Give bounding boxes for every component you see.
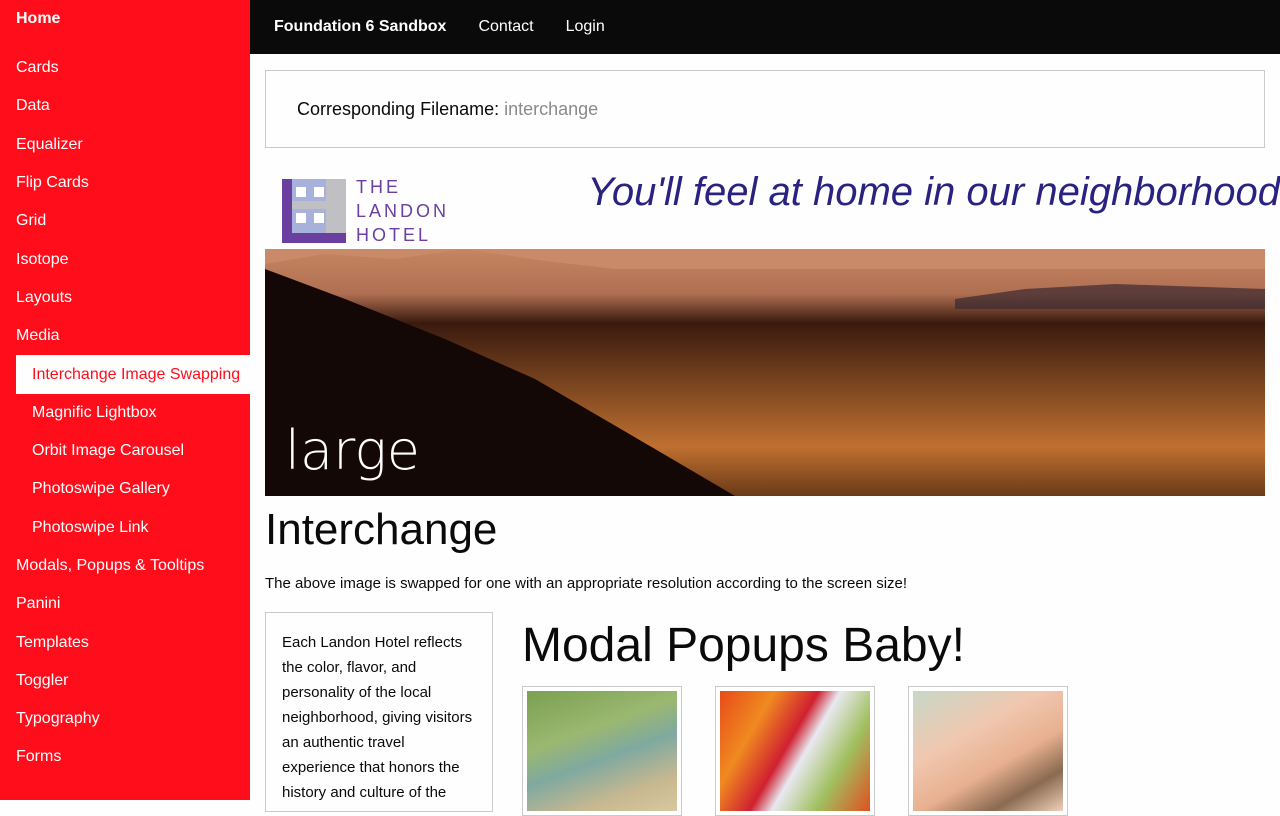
sidebar-item-toggler[interactable]: Toggler [0,662,250,700]
filename-value: interchange [504,98,599,119]
sidebar-menu: Cards Data Equalizer Flip Cards Grid Isotope L… [0,49,250,777]
landon-hotel-logo: THE LANDON HOTEL [282,175,449,247]
interchange-hero-image: large [265,249,1265,496]
peppers-market-photo [720,691,870,811]
nav-link-contact[interactable]: Contact [478,18,533,36]
sidebar-item-magnific-lightbox[interactable]: Magnific Lightbox [0,394,250,432]
sidebar-item-photoswipe-link[interactable]: Photoswipe Link [0,509,250,547]
sidebar-item-templates[interactable]: Templates [0,623,250,661]
sidebar-item-media[interactable]: Media [0,317,250,355]
hotel-logo-icon [282,179,346,243]
hotel-tagline: You'll feel at home in our neighborhood [587,170,1280,214]
modal-thumbnail[interactable] [908,686,1068,816]
filename-callout: Corresponding Filename: interchange [265,70,1265,148]
sidebar-item-forms[interactable]: Forms [0,738,250,776]
modal-section-title: Modal Popups Baby! [522,619,965,672]
sidebar-item-interchange-image-swapping[interactable]: Interchange Image Swapping [16,355,250,394]
page-title: Interchange [265,505,498,554]
sidebar: Home Cards Data Equalizer Flip Cards Grid Iso… [0,0,250,800]
nav-link-login[interactable]: Login [566,18,605,36]
sidebar-item-layouts[interactable]: Layouts [0,279,250,317]
sidebar-item-flip-cards[interactable]: Flip Cards [0,164,250,202]
sidebar-item-photoswipe-gallery[interactable]: Photoswipe Gallery [0,470,250,508]
logo-text: THE LANDON HOTEL [356,175,449,247]
filename-label: Corresponding Filename: [297,98,500,119]
modal-thumbnail[interactable] [715,686,875,816]
hot-stone-massage-photo [913,691,1063,811]
image-size-label: large [285,419,420,482]
logo-line: THE [356,177,401,197]
sidebar-item-equalizer[interactable]: Equalizer [0,126,250,164]
sidebar-item-typography[interactable]: Typography [0,700,250,738]
man-with-dog-photo [527,691,677,811]
sidebar-item-cards[interactable]: Cards [0,49,250,87]
logo-line: HOTEL [356,225,432,245]
sidebar-item-panini[interactable]: Panini [0,585,250,623]
brand-link[interactable]: Foundation 6 Sandbox [274,18,446,36]
sidebar-item-data[interactable]: Data [0,87,250,125]
sidebar-home-link[interactable]: Home [16,10,60,28]
sidebar-item-isotope[interactable]: Isotope [0,240,250,278]
logo-line: LANDON [356,201,450,221]
sidebar-item-grid[interactable]: Grid [0,202,250,240]
sidebar-item-orbit-image-carousel[interactable]: Orbit Image Carousel [0,432,250,470]
page-description: The above image is swapped for one with … [265,575,908,592]
modal-thumbnail[interactable] [522,686,682,816]
hotel-header: THE LANDON HOTEL You'll feel at home in … [265,160,1280,249]
sidebar-item-modals-popups-tooltips[interactable]: Modals, Popups & Tooltips [0,547,250,585]
top-bar: Foundation 6 Sandbox Contact Login [250,0,1280,54]
hotel-description-card: Each Landon Hotel reflects the color, fl… [265,612,493,812]
